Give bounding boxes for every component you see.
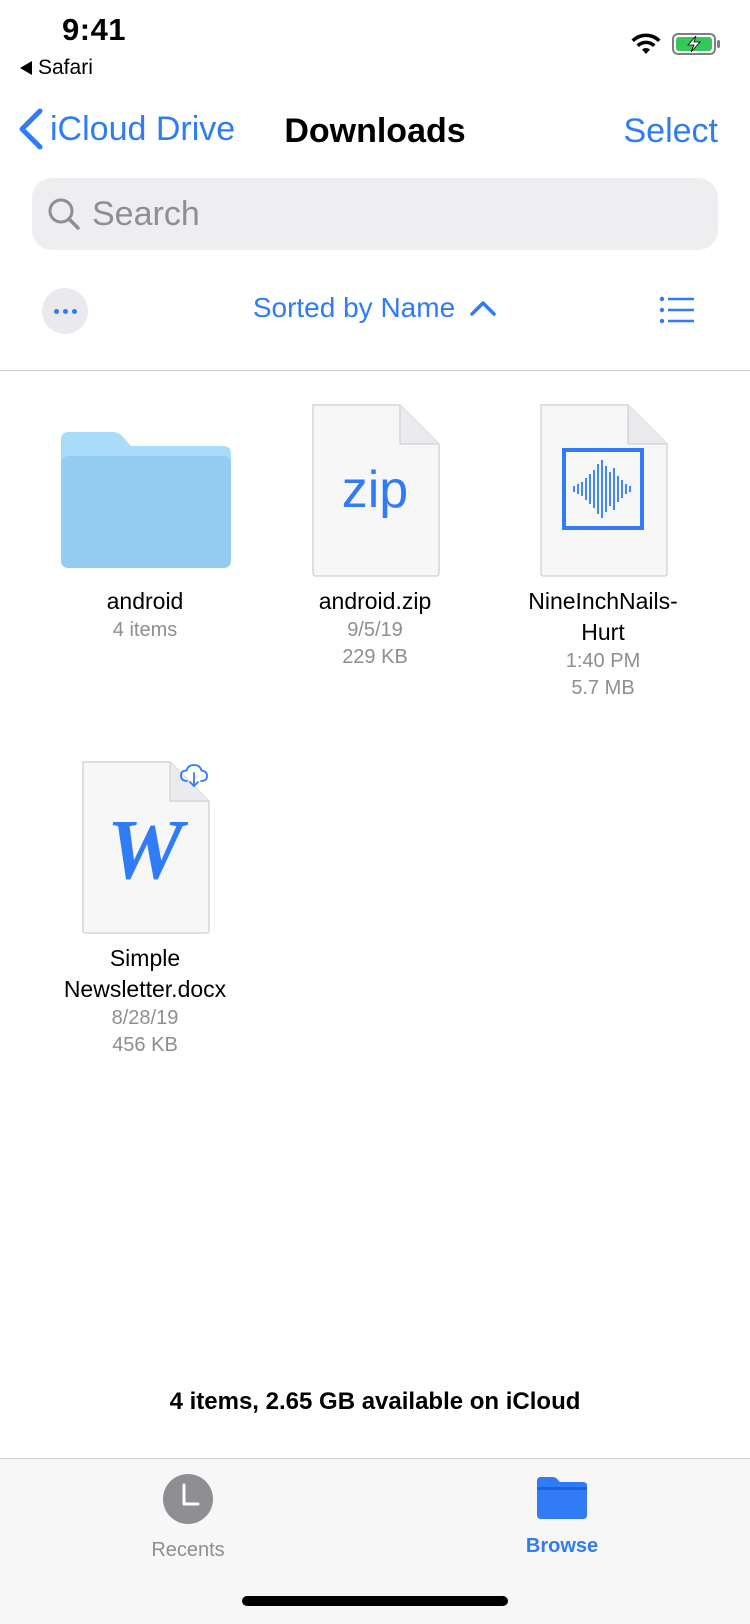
file-name-line1: NineInchNails-: [528, 588, 678, 614]
select-button[interactable]: Select: [624, 112, 719, 151]
wifi-icon: [631, 33, 661, 54]
file-meta: 4 items: [112, 619, 178, 641]
battery-charging-icon: [672, 33, 720, 55]
file-name-line2: Hurt: [581, 619, 625, 645]
sort-selector[interactable]: Sorted by Name: [0, 292, 750, 324]
status-indicators: [630, 32, 722, 56]
tab-recents[interactable]: Recents: [108, 1473, 268, 1562]
back-to-safari[interactable]: Safari: [20, 56, 93, 80]
clock-icon: [163, 1474, 213, 1524]
file-date: 9/5/19: [347, 619, 403, 641]
audio-file-icon: [539, 404, 668, 577]
home-indicator[interactable]: [242, 1596, 508, 1606]
zip-file-label: zip: [341, 461, 409, 519]
list-view-icon[interactable]: [659, 296, 695, 324]
tab-label: Browse: [525, 1535, 599, 1557]
files-app-screen: 9:41 Safari iCloud Drive Downloads Selec…: [0, 0, 750, 1624]
file-item-nineinchnails-hurt[interactable]: NineInchNails- Hurt 1:40 PM 5.7 MB: [498, 400, 708, 702]
file-item-simple-newsletter[interactable]: W Simple Newsletter.docx 8/28/19 456 KB: [40, 757, 250, 1059]
word-file-letter: W: [106, 801, 184, 897]
folder-icon: [537, 1477, 587, 1519]
file-item-android[interactable]: android 4 items: [40, 400, 250, 644]
file-name-line2: Newsletter.docx: [63, 976, 227, 1002]
folder-icon: [61, 432, 231, 568]
file-size: 229 KB: [342, 646, 408, 668]
tab-label: Recents: [151, 1539, 225, 1561]
tab-browse[interactable]: Browse: [482, 1473, 642, 1558]
back-app-label: Safari: [38, 56, 93, 79]
chevron-up-icon: [470, 301, 496, 316]
file-item-android-zip[interactable]: zip android.zip 9/5/19 229 KB: [270, 400, 480, 671]
file-size: 456 KB: [112, 1034, 178, 1056]
cloud-download-icon[interactable]: [179, 763, 209, 789]
file-name: android: [106, 588, 184, 614]
file-name: android.zip: [318, 588, 432, 614]
search-input[interactable]: [92, 194, 692, 234]
back-triangle-icon: [20, 61, 32, 75]
storage-info: 4 items, 2.65 GB available on iCloud: [169, 1388, 581, 1415]
search-bar[interactable]: [32, 178, 718, 250]
divider: [0, 370, 750, 371]
search-icon: [48, 198, 80, 230]
file-size: 5.7 MB: [571, 677, 635, 699]
status-time: 9:41: [62, 12, 127, 47]
file-time: 1:40 PM: [565, 650, 641, 672]
file-name-line1: Simple: [109, 945, 181, 971]
sort-label: Sorted by Name: [252, 292, 456, 323]
file-date: 8/28/19: [111, 1007, 179, 1029]
